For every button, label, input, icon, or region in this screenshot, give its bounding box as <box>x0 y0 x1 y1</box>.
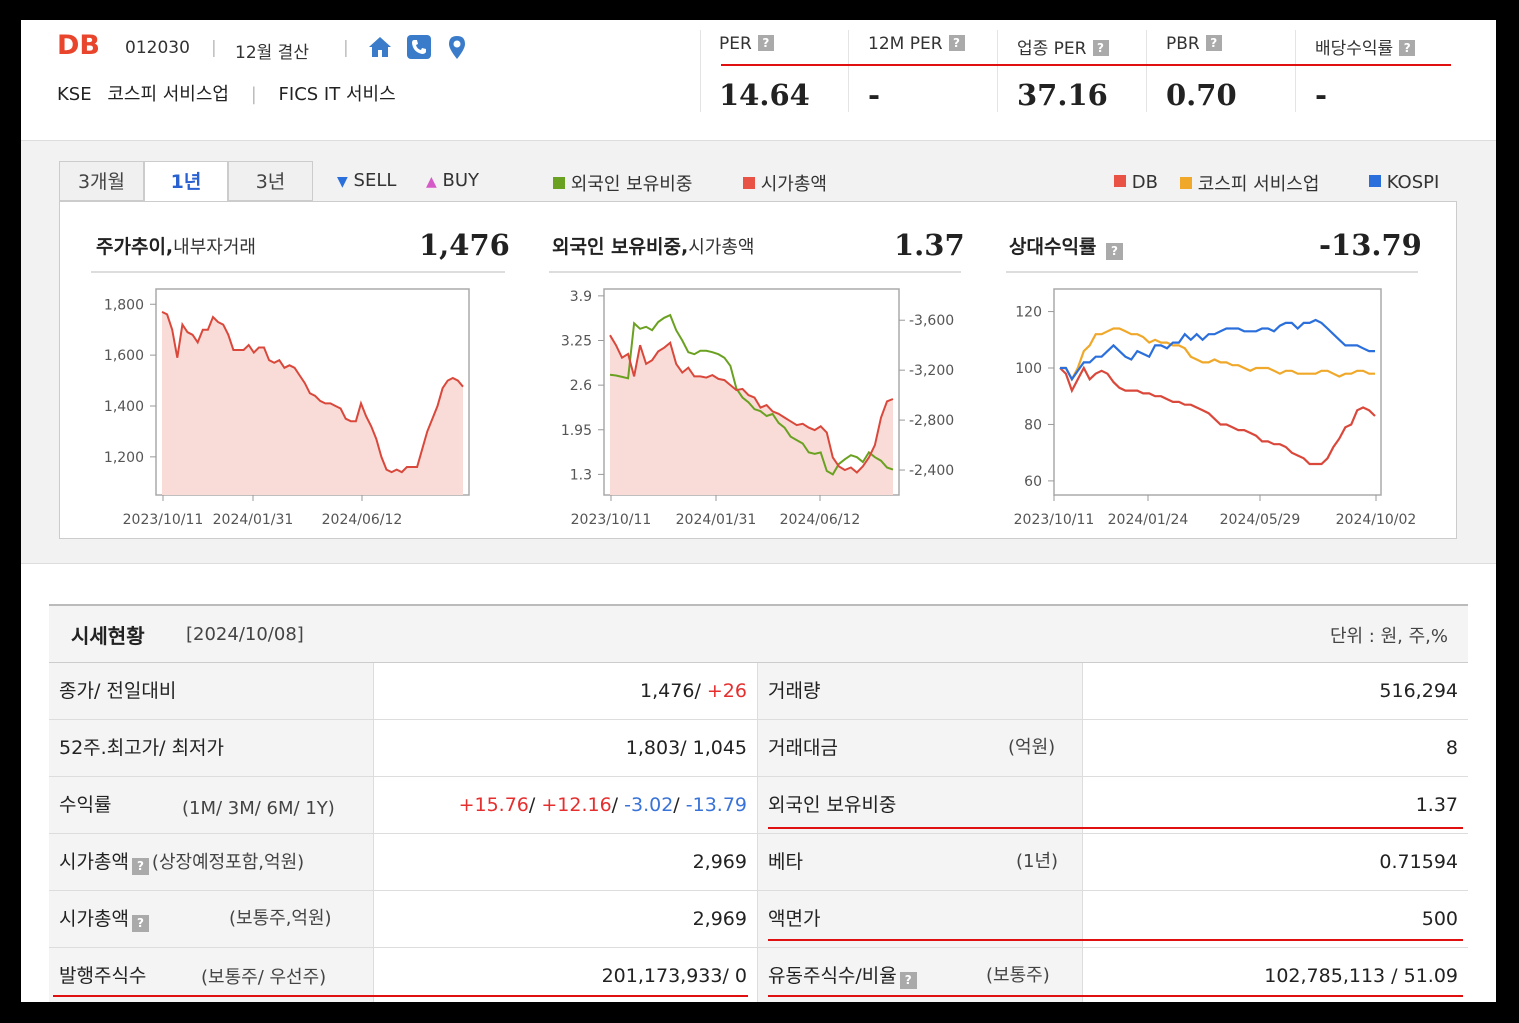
label-note: (상장예정포함,억원) <box>151 852 305 873</box>
price-status-table: 시세현황 [2024/10/08] 단위 : 원, 주,% 종가/ 전일대비 1… <box>49 604 1468 1002</box>
x-tick-label: 2023/10/11 <box>1014 512 1095 528</box>
highlight-underline <box>53 995 748 997</box>
highlight-underline <box>768 939 1463 941</box>
label-note: (1년) <box>1016 851 1059 872</box>
label-text: 시가총액 <box>59 908 129 930</box>
close-price: 1,476/ <box>640 680 707 702</box>
y-tick-label: 80 <box>1024 417 1042 433</box>
table-date: [2024/10/08] <box>186 624 304 645</box>
row-label: 52주.최고가/ 최저가 <box>49 720 374 776</box>
x-tick-label: 2023/10/11 <box>123 512 204 528</box>
y-tick-label: 3.9 <box>570 289 592 305</box>
row-label: 베타 (1년) <box>758 834 1083 890</box>
label-text: 발행주식수 <box>59 965 147 987</box>
x-tick-label: 2024/01/31 <box>213 512 294 528</box>
price-change: +26 <box>706 680 747 702</box>
plot-area <box>1053 288 1382 496</box>
x-tick-label: 2024/01/31 <box>676 512 757 528</box>
stock-summary-panel: DB 012030 | 12월 결산 | KSE 코스피 서비스업 | FICS… <box>21 20 1496 1002</box>
y-tick-label: 2.6 <box>570 378 592 394</box>
row-value: 1,476/ +26 <box>374 663 758 719</box>
table-row: 수익률 (1M/ 3M/ 6M/ 1Y) +15.76/ +12.16/ -3.0… <box>49 777 1468 834</box>
highlight-underline <box>768 827 1463 829</box>
help-icon[interactable]: ? <box>131 858 149 875</box>
table-row: 시가총액? (상장예정포함,억원) 2,969 베타 (1년) 0.71594 <box>49 834 1468 891</box>
y-tick-label: 120 <box>1015 305 1042 321</box>
table-unit: 단위 : 원, 주,% <box>1329 626 1448 647</box>
row-label: 유동주식수/비율? (보통주) <box>758 948 1083 1002</box>
x-tick-label: 2024/01/24 <box>1108 512 1189 528</box>
row-label: 수익률 (1M/ 3M/ 6M/ 1Y) <box>49 777 374 833</box>
x-tick-label: 2024/05/29 <box>1220 512 1301 528</box>
y-tick-label: 1.3 <box>570 467 592 483</box>
table-row: 발행주식수 (보통주/ 우선주) 201,173,933/ 0 유동주식수/비율?… <box>49 948 1468 1002</box>
x-tick-label: 2024/06/12 <box>780 512 861 528</box>
return-6m: -3.02 <box>624 794 674 816</box>
row-value: 201,173,933/ 0 <box>374 948 758 1002</box>
table-header: 시세현황 [2024/10/08] 단위 : 원, 주,% <box>49 604 1468 663</box>
return-3m: +12.16 <box>541 794 612 816</box>
row-label: 종가/ 전일대비 <box>49 663 374 719</box>
y-tick-label: 60 <box>1024 474 1042 490</box>
return-1m: +15.76 <box>458 794 529 816</box>
label-text: 수익률 <box>59 794 112 816</box>
row-label: 발행주식수 (보통주/ 우선주) <box>49 948 374 1002</box>
row-label: 거래량 <box>758 663 1083 719</box>
label-text: 거래대금 <box>768 737 838 759</box>
row-value: 2,969 <box>374 834 758 890</box>
row-value: 102,785,113 / 51.09 <box>1264 965 1458 987</box>
return-1y: -13.79 <box>685 794 747 816</box>
row-value: 1.37 <box>1415 794 1458 816</box>
y2-tick-label: -2,400 <box>909 463 954 479</box>
table-row: 52주.최고가/ 최저가 1,803/ 1,045 거래대금 (억원) 8 <box>49 720 1468 777</box>
y-tick-label: 3.25 <box>561 334 592 350</box>
y-tick-label: 100 <box>1015 361 1042 377</box>
row-value: 0.71594 <box>1379 851 1458 873</box>
label-text: 시가총액 <box>59 851 129 873</box>
row-label: 시가총액? (보통주,억원) <box>49 891 374 947</box>
y-tick-label: 1,600 <box>104 348 144 364</box>
help-icon[interactable]: ? <box>899 972 917 989</box>
table-row: 종가/ 전일대비 1,476/ +26 거래량 516,294 <box>49 663 1468 720</box>
label-note: (억원) <box>1008 737 1056 758</box>
x-tick-label: 2023/10/11 <box>571 512 652 528</box>
y-tick-label: 1,400 <box>104 399 144 415</box>
label-note: (1M/ 3M/ 6M/ 1Y) <box>182 798 335 819</box>
row-label: 외국인 보유비중 <box>758 777 1083 833</box>
row-value: 2,969 <box>374 891 758 947</box>
row-label: 거래대금 (억원) <box>758 720 1083 776</box>
table-title: 시세현황 <box>71 624 145 648</box>
help-icon[interactable]: ? <box>131 915 149 932</box>
row-value: +15.76/ +12.16/ -3.02/ -13.79 <box>374 777 758 833</box>
row-label: 시가총액? (상장예정포함,억원) <box>49 834 374 890</box>
y-tick-label: 1,800 <box>104 297 144 313</box>
row-value: 1,803/ 1,045 <box>374 720 758 776</box>
y-tick-label: 1,200 <box>104 450 144 466</box>
label-note: (보통주) <box>986 965 1050 986</box>
row-value: 8 <box>1445 737 1458 759</box>
label-note: (보통주,억원) <box>229 908 332 929</box>
y-tick-label: 1.95 <box>561 423 592 439</box>
y2-tick-label: -3,600 <box>909 313 954 329</box>
charts-canvas: 1,800 1,600 1,400 1,200 2023/10/11 2024/01/31… <box>104 288 1417 528</box>
x-tick-label: 2024/10/02 <box>1336 512 1417 528</box>
highlight-underline <box>768 995 1463 997</box>
row-value: 516,294 <box>1379 680 1458 702</box>
label-text: 베타 <box>768 851 803 873</box>
label-text: 유동주식수/비율 <box>768 965 897 987</box>
y2-tick-label: -3,200 <box>909 363 954 379</box>
x-tick-label: 2024/06/12 <box>322 512 403 528</box>
y2-tick-label: -2,800 <box>909 413 954 429</box>
